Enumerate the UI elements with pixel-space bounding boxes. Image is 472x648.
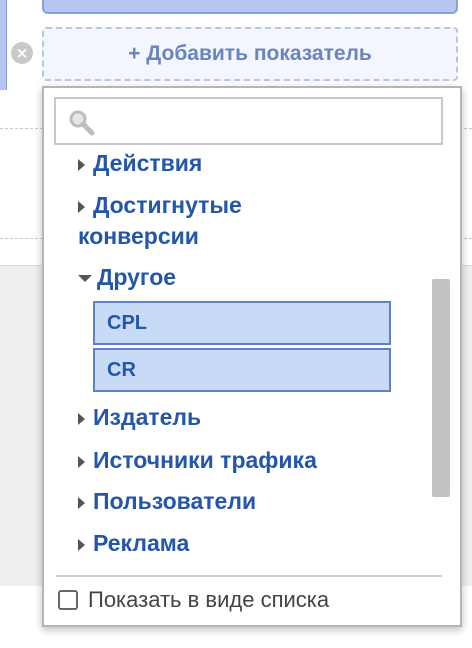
group-label: Пользователи [93, 488, 257, 514]
group-label: Реклама [93, 530, 190, 556]
metric-picker-dropdown: Действия Достигнутые конверсии Другое CP… [42, 86, 462, 627]
group-label-line2: конверсии [78, 223, 199, 249]
metric-item-cpl[interactable]: CPL [93, 301, 391, 345]
background-panel-edge [0, 0, 7, 90]
group-conversions[interactable]: Достигнутые конверсии [78, 190, 418, 252]
expand-arrow-icon [78, 159, 85, 171]
scrollbar-thumb[interactable] [432, 279, 450, 497]
group-users[interactable]: Пользователи [78, 486, 418, 517]
add-metric-label: + Добавить показатель [128, 42, 372, 65]
list-view-label: Показать в виде списка [88, 587, 330, 612]
metric-label: CR [107, 359, 136, 381]
metric-label: CPL [107, 312, 147, 334]
expand-arrow-icon [78, 413, 85, 425]
group-label: Издатель [93, 404, 202, 430]
group-advertising[interactable]: Реклама [78, 528, 418, 559]
group-traffic-sources[interactable]: Источники трафика [78, 445, 418, 476]
remove-icon[interactable]: × [11, 42, 33, 64]
group-other[interactable]: Другое [78, 262, 418, 293]
group-label-line1: Достигнутые [93, 192, 242, 218]
search-field[interactable] [54, 97, 443, 145]
group-label: Другое [97, 264, 177, 290]
expand-arrow-icon [78, 497, 85, 509]
group-label: Действия [93, 150, 203, 176]
expand-arrow-icon [78, 456, 85, 468]
list-view-toggle[interactable]: Показать в виде списка [58, 585, 329, 615]
group-publisher[interactable]: Издатель [78, 402, 418, 433]
search-icon [69, 110, 95, 136]
divider [56, 575, 442, 577]
collapse-arrow-icon [78, 275, 92, 282]
expand-arrow-icon [78, 201, 85, 213]
group-actions[interactable]: Действия [78, 148, 418, 179]
metric-item-cr[interactable]: CR [93, 348, 391, 392]
expand-arrow-icon [78, 539, 85, 551]
list-view-checkbox[interactable] [58, 590, 78, 610]
group-label: Источники трафика [93, 447, 317, 473]
close-icon: × [15, 43, 29, 62]
metric-block-above [42, 0, 458, 14]
search-input[interactable] [102, 99, 441, 145]
add-metric-button[interactable]: + Добавить показатель [42, 27, 458, 81]
